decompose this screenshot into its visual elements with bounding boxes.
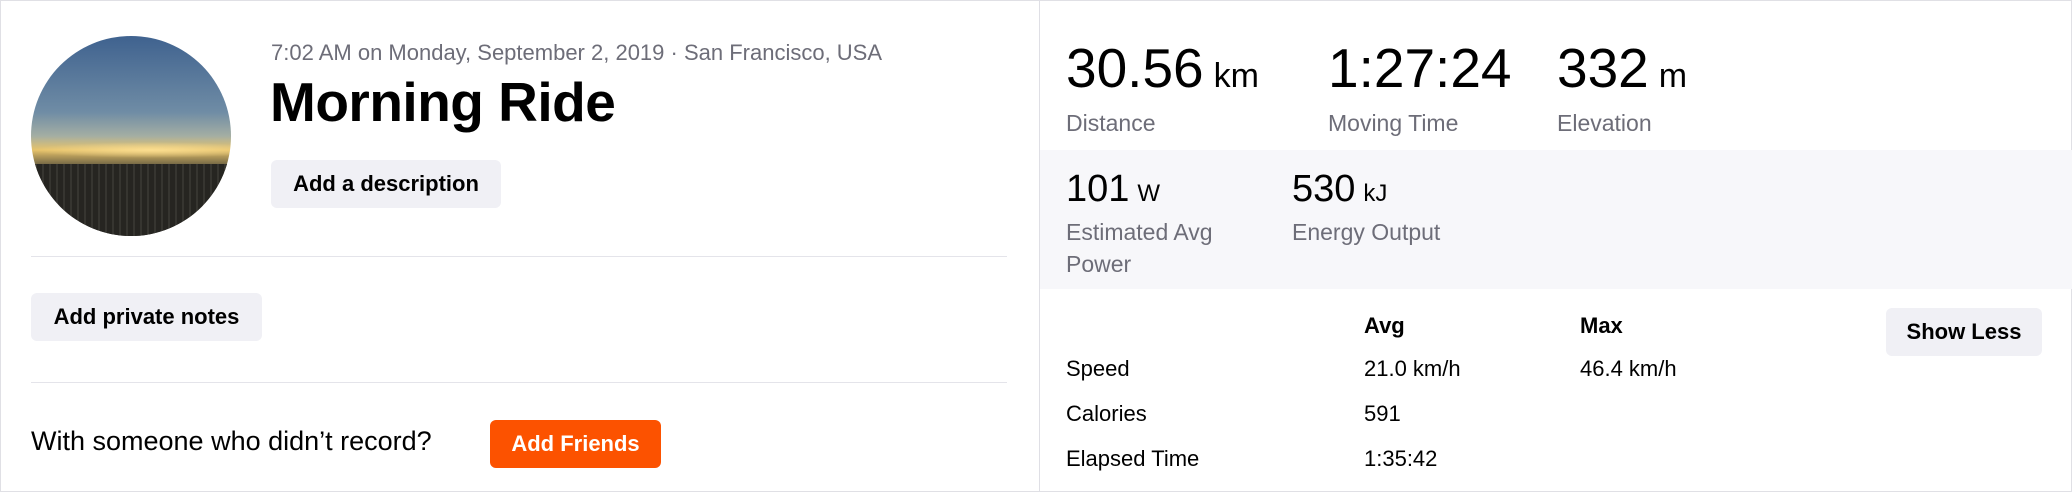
stat-moving-time: 1:27:24 Moving Time <box>1328 41 1512 137</box>
show-less-button[interactable]: Show Less <box>1886 308 2042 356</box>
divider <box>31 256 1007 257</box>
cell-calories-avg: 591 <box>1364 401 1401 426</box>
row-label-speed: Speed <box>1066 356 1130 381</box>
activity-title[interactable]: Morning Ride <box>270 70 616 134</box>
stat-value: 1:27:24 <box>1328 37 1512 99</box>
stat-unit: m <box>1658 57 1688 95</box>
stat-label: Moving Time <box>1328 110 1459 136</box>
stat-unit: kJ <box>1363 180 1388 207</box>
cell-speed-avg: 21.0 km/h <box>1364 356 1461 381</box>
stat-unit: W <box>1137 180 1161 207</box>
stat-energy-output: 530 kJ Energy Output <box>1292 170 1512 248</box>
activity-photo[interactable] <box>31 36 231 236</box>
divider <box>31 382 1007 383</box>
activity-datetime-location: 7:02 AM on Monday, September 2, 2019 · S… <box>271 40 883 65</box>
stat-value: 530 <box>1292 168 1356 210</box>
add-private-notes-button[interactable]: Add private notes <box>31 293 262 341</box>
stat-elevation: 332 m Elevation <box>1557 41 1687 137</box>
city-skyline <box>31 164 231 236</box>
stat-value: 101 <box>1066 168 1130 210</box>
activity-stats-panel: 30.56 km Distance 1:27:24 Moving Time 332… <box>1040 0 2072 492</box>
stat-distance: 30.56 km Distance <box>1066 41 1259 137</box>
stat-value: 332 <box>1557 37 1649 99</box>
cell-speed-max: 46.4 km/h <box>1580 356 1677 381</box>
sunrise-haze <box>31 142 231 158</box>
stat-value: 30.56 <box>1066 37 1204 99</box>
add-description-button[interactable]: Add a description <box>271 160 501 208</box>
column-header-max: Max <box>1580 313 1623 338</box>
stat-label: Distance <box>1066 110 1156 136</box>
activity-summary-panel: 7:02 AM on Monday, September 2, 2019 · S… <box>0 0 1039 492</box>
cell-elapsed-time-avg: 1:35:42 <box>1364 446 1438 471</box>
stat-label: Energy Output <box>1292 219 1441 245</box>
with-someone-prompt: With someone who didn’t record? <box>31 426 432 456</box>
stat-avg-power: 101 W Estimated Avg Power <box>1066 170 1266 280</box>
stat-label: Estimated Avg Power <box>1066 219 1213 277</box>
column-header-avg: Avg <box>1364 313 1405 338</box>
row-label-elapsed-time: Elapsed Time <box>1066 446 1200 471</box>
stat-label: Elevation <box>1557 110 1652 136</box>
add-friends-button[interactable]: Add Friends <box>490 420 661 468</box>
row-label-calories: Calories <box>1066 401 1147 426</box>
stat-unit: km <box>1213 57 1259 95</box>
